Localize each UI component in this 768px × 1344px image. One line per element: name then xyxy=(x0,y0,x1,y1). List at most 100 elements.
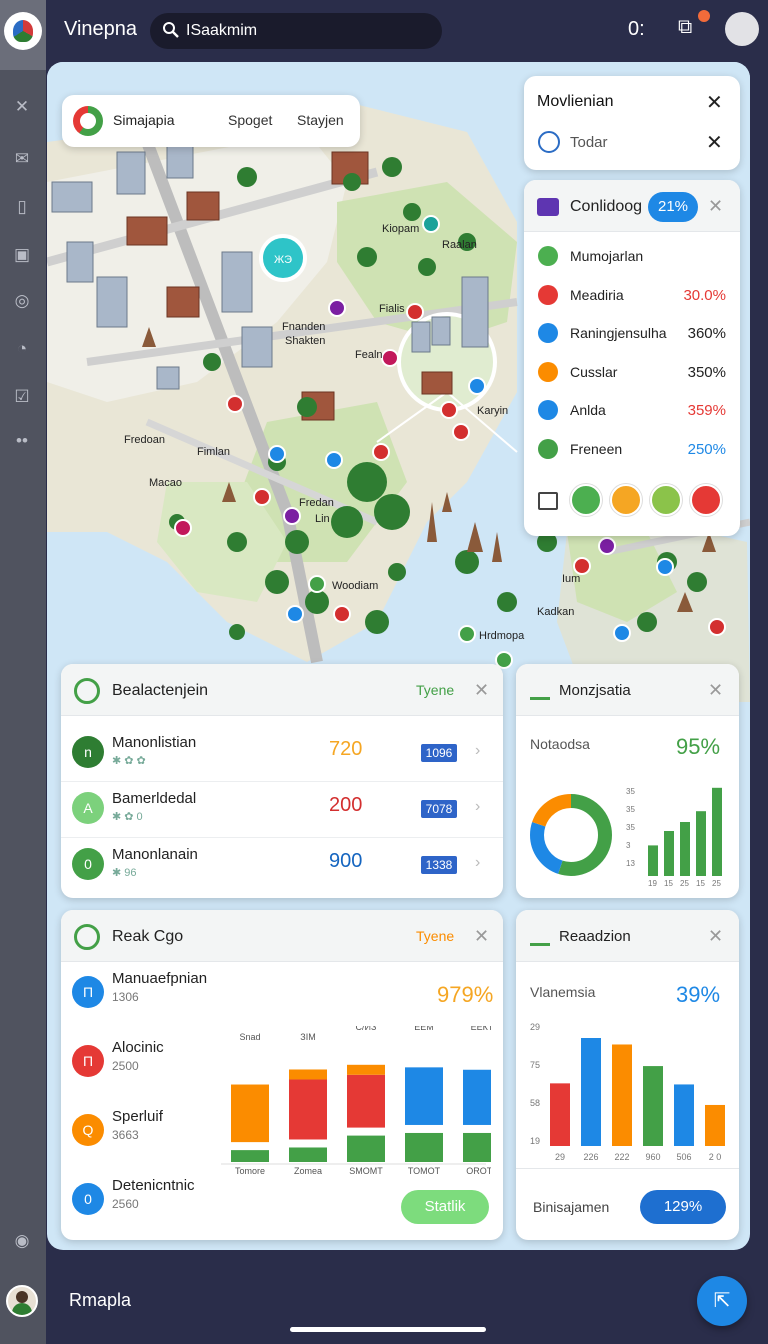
avatar[interactable] xyxy=(690,484,722,516)
list-action[interactable]: Tyene xyxy=(416,682,454,698)
legend-item-name[interactable]: Meadiria xyxy=(570,287,624,303)
column-segment xyxy=(405,1067,443,1125)
avatar[interactable] xyxy=(650,484,682,516)
map-label: Fimlan xyxy=(197,446,230,458)
globe-icon[interactable]: ◎ xyxy=(11,290,33,312)
bar-footer-value[interactable]: 129% xyxy=(640,1190,726,1224)
legend-item-name[interactable]: Raningjensulha xyxy=(570,325,667,341)
legend-item-name[interactable]: Mumojarlan xyxy=(570,248,643,264)
bar-metric-value: 39% xyxy=(676,982,721,1007)
x-tick-label: 226 xyxy=(583,1152,598,1162)
list-item-value: 720 xyxy=(329,738,363,760)
list-item-sub: ✱ ✿ 0 xyxy=(112,811,143,823)
home-indicator[interactable] xyxy=(290,1327,486,1332)
tab-stayjen[interactable]: Stayjen xyxy=(297,112,344,128)
list-card: Bealactenjein Tyene ✕ n Manonlistian ✱ ✿ ✿… xyxy=(61,664,503,898)
bar xyxy=(648,845,658,876)
inbox-icon[interactable]: ✉ xyxy=(11,148,33,170)
list-item[interactable]: 0 Manonlanain ✱ 96 900 1338 › xyxy=(61,838,503,894)
chart-icon xyxy=(530,926,550,946)
column-header: ЕЕМ xyxy=(414,1026,434,1032)
map-label: Fealn xyxy=(355,349,383,361)
stack-row-avatar: Π xyxy=(72,976,104,1008)
close-icon[interactable]: ✕ xyxy=(474,680,489,701)
notifications-icon[interactable]: ⧉ xyxy=(678,16,692,39)
stack-row-sub: 1306 xyxy=(112,990,139,1004)
list-item-avatar: n xyxy=(72,736,104,768)
user-avatar[interactable] xyxy=(6,1285,38,1317)
column-segment xyxy=(463,1069,491,1125)
bar xyxy=(581,1038,601,1146)
avatar[interactable] xyxy=(610,484,642,516)
map-label: Macao xyxy=(149,477,182,489)
flower-icon xyxy=(74,678,100,704)
settings-icon[interactable]: ◉ xyxy=(11,1230,33,1252)
profile-avatar[interactable] xyxy=(725,12,759,46)
column-segment xyxy=(347,1135,385,1162)
legend-item-name[interactable]: Anlda xyxy=(570,402,606,418)
close-icon[interactable]: ✕ xyxy=(708,196,723,217)
y-tick-label: 35 xyxy=(626,787,635,796)
stack-action[interactable]: Tyene xyxy=(416,928,454,944)
more-icon[interactable]: •• xyxy=(11,430,33,452)
y-tick-label: 19 xyxy=(530,1136,540,1146)
chevron-right-icon[interactable]: › xyxy=(475,854,480,872)
legend-swatch xyxy=(538,438,558,459)
share-fab[interactable]: ⇱ xyxy=(697,1276,747,1326)
list-icon[interactable] xyxy=(538,492,558,510)
briefcase-icon[interactable]: ▣ xyxy=(11,244,33,266)
close-icon[interactable]: ✕ xyxy=(708,680,723,701)
close-icon[interactable]: ✕ xyxy=(706,130,723,155)
compass-icon[interactable]: ◔ xyxy=(11,338,33,360)
footer-label: Rmapla xyxy=(69,1290,132,1310)
list-item[interactable]: A Bamerldedal ✱ ✿ 0 200 7078 › xyxy=(61,782,503,838)
close-icon[interactable]: ✕ xyxy=(708,926,723,947)
chart-icon xyxy=(537,198,559,216)
stack-row-avatar: П xyxy=(72,1045,104,1077)
donut-metric-value: 95% xyxy=(676,734,721,759)
list-item-pill: 7078 xyxy=(421,800,457,818)
tools-icon[interactable]: ✕ xyxy=(11,96,33,118)
tasks-icon[interactable]: ☑ xyxy=(11,386,33,408)
app-logo[interactable] xyxy=(4,12,42,50)
x-tick-label: 25 xyxy=(712,879,721,888)
chevron-right-icon[interactable]: › xyxy=(475,742,480,760)
stack-row-name[interactable]: Manuaefpnian xyxy=(112,970,207,987)
map-label: Shakten xyxy=(285,335,325,347)
bar xyxy=(550,1083,570,1146)
stack-metric-value: 979% xyxy=(437,982,494,1007)
stack-row-name[interactable]: Detenicntnic xyxy=(112,1177,195,1194)
chart-icon xyxy=(530,680,550,700)
stack-row-name[interactable]: Alocinic xyxy=(112,1039,164,1056)
x-tick-label: 960 xyxy=(645,1152,660,1162)
column-segment xyxy=(231,1084,269,1143)
donut-chart xyxy=(530,794,612,876)
legend-item-name[interactable]: Freneen xyxy=(570,441,622,457)
map-label: Hrdmopa xyxy=(479,630,525,642)
y-tick-label: 58 xyxy=(530,1098,540,1108)
chevron-right-icon[interactable]: › xyxy=(475,798,480,816)
search-bar[interactable] xyxy=(150,13,442,49)
close-icon[interactable]: ✕ xyxy=(474,926,489,947)
avatar[interactable] xyxy=(570,484,602,516)
search-icon xyxy=(163,22,179,38)
column-segment xyxy=(231,1150,269,1162)
x-tick-label: 19 xyxy=(648,879,657,888)
close-icon[interactable]: ✕ xyxy=(706,90,723,115)
list-item[interactable]: n Manonlistian ✱ ✿ ✿ 720 1096 › xyxy=(61,726,503,782)
statlik-button[interactable]: Statlik xyxy=(401,1190,489,1224)
y-tick-label: 75 xyxy=(530,1060,540,1070)
legend-item-name[interactable]: Cusslar xyxy=(570,364,617,380)
stack-row-name[interactable]: Sperluif xyxy=(112,1108,163,1125)
list-item-sub: ✱ 96 xyxy=(112,867,137,879)
legend-title: Conlidoog xyxy=(570,198,643,215)
bar xyxy=(674,1084,694,1146)
bar-card: Reaadzion ✕ Vlanemsia 39% 29 75 58 19 29 226 2… xyxy=(516,910,739,1240)
list-item-value: 200 xyxy=(329,794,363,816)
tab-spoget[interactable]: Spoget xyxy=(228,112,272,128)
search-input[interactable] xyxy=(186,21,426,41)
list-item-sub: ✱ ✿ ✿ xyxy=(112,755,146,767)
notice-subtitle: Todar xyxy=(570,134,608,151)
document-icon[interactable]: ▯ xyxy=(11,196,33,218)
list-item-avatar: A xyxy=(72,792,104,824)
